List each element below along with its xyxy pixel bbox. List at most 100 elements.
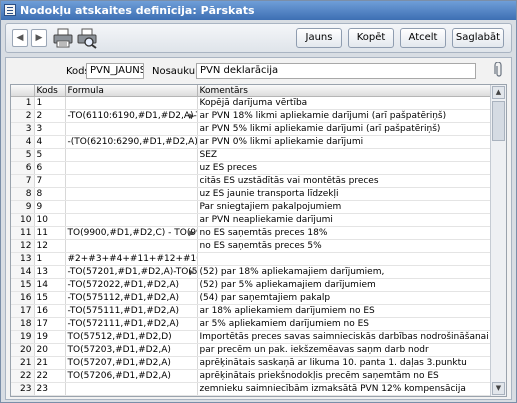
comment-cell[interactable]: uz ES preces <box>197 161 491 175</box>
formula-cell[interactable]: -TO(572111,#D1,#D2,A) <box>65 317 198 331</box>
formula-cell[interactable]: TO(57512,#D1,#D2,D) <box>65 330 198 344</box>
name-field[interactable]: PVN deklarācija <box>196 63 476 79</box>
comment-cell[interactable]: ar PVN neapliekamie darījumi <box>197 213 491 227</box>
formula-cell[interactable] <box>65 161 198 175</box>
code-cell[interactable]: 13 <box>34 265 66 279</box>
comment-cell[interactable]: Kopējā darījuma vērtība <box>197 96 491 110</box>
copy-button[interactable]: Kopēt <box>348 28 394 48</box>
code-cell[interactable]: 9 <box>34 200 66 214</box>
table-row[interactable]: 21 21 TO(57207,#D1,#D2,A) aprēķinātais sask… <box>11 356 491 370</box>
comment-cell[interactable]: ar 18% apliekamiem darījumiem no ES <box>197 304 491 318</box>
comment-cell[interactable]: citās ES uzstādītās vai montētās preces <box>197 174 491 188</box>
formula-cell[interactable] <box>65 200 198 214</box>
formula-cell[interactable]: TO(57207,#D1,#D2,A) <box>65 356 198 370</box>
table-row[interactable]: 1413▶-TO(57201,#D1,#D2,A)-TO(57515(52) p… <box>11 265 491 279</box>
formula-cell[interactable] <box>65 239 198 253</box>
code-cell[interactable]: 7 <box>34 174 66 188</box>
comment-cell[interactable]: zemnieku saimniecībām izmaksātā PVN 12% … <box>197 382 491 396</box>
print-icon[interactable] <box>52 27 74 49</box>
formula-cell[interactable] <box>65 213 198 227</box>
table-row[interactable]: 10 10 ar PVN neapliekamie darījumi <box>11 213 491 227</box>
code-cell[interactable]: 23 <box>34 382 66 396</box>
comment-cell[interactable]: Par sniegtajiem pakalpojumiem <box>197 200 491 214</box>
comment-cell[interactable]: (54) par saņemtajiem pakalp <box>197 291 491 305</box>
table-row[interactable]: 23 23 zemnieku saimniecībām izmaksātā PVN … <box>11 382 491 396</box>
formula-cell[interactable]: ▶-TO(6110:6190,#D1,#D2,A)-TO(5 <box>65 109 198 123</box>
formula-cell[interactable]: ▶TO(9900,#D1,#D2,C) - TO(9901,# <box>65 226 198 240</box>
comment-cell[interactable]: ar PVN 0% likmi apliekamie darījumi <box>197 135 491 149</box>
table-row[interactable]: 7 7 citās ES uzstādītās vai montētās prece… <box>11 174 491 188</box>
scroll-up-arrow-icon[interactable]: ▲ <box>492 86 505 99</box>
formula-cell[interactable] <box>65 96 198 110</box>
comment-cell[interactable]: no ES saņemtās preces 5% <box>197 239 491 253</box>
code-cell[interactable]: 21 <box>34 356 66 370</box>
comment-cell[interactable]: aprēķinātais priekšnodokļis precēm saņem… <box>197 369 491 383</box>
comment-cell[interactable]: uz ES jaunie transporta līdzekļi <box>197 187 491 201</box>
table-row[interactable]: 12 12 no ES saņemtās preces 5% <box>11 239 491 253</box>
code-cell[interactable]: 15 <box>34 291 66 305</box>
code-cell[interactable]: 10 <box>34 213 66 227</box>
code-cell[interactable]: 8 <box>34 187 66 201</box>
new-button[interactable]: Jauns <box>296 28 342 48</box>
table-row[interactable]: 8 8 uz ES jaunie transporta līdzekļi <box>11 187 491 201</box>
code-cell[interactable]: 12 <box>34 239 66 253</box>
code-cell[interactable]: 11 <box>34 226 66 240</box>
formula-cell[interactable]: -(TO(6210:6290,#D1,#D2,A)) <box>65 135 198 149</box>
code-cell[interactable]: 17 <box>34 317 66 331</box>
table-row[interactable]: 13 1 #2+#3+#4+#11+#12+#10 <box>11 252 491 266</box>
table-row[interactable]: 3 3 ar PVN 5% likmi apliekamie darījumi (a… <box>11 122 491 136</box>
paperclip-icon[interactable] <box>493 61 505 78</box>
table-row[interactable]: 22 22 TO(57206,#D1,#D2,A) aprēķinātais prie… <box>11 369 491 383</box>
formula-cell[interactable]: TO(57206,#D1,#D2,A) <box>65 369 198 383</box>
formula-cell[interactable] <box>65 148 198 162</box>
table-row[interactable]: 18 17 -TO(572111,#D1,#D2,A) ar 5% apliekami… <box>11 317 491 331</box>
scroll-down-arrow-icon[interactable]: ▼ <box>492 382 505 395</box>
code-cell[interactable]: 14 <box>34 278 66 292</box>
table-row[interactable]: 6 6 uz ES preces <box>11 161 491 175</box>
code-field[interactable]: PVN_JAUNS <box>86 63 144 79</box>
table-row[interactable]: 20 20 TO(57203,#D1,#D2,A) par precēm un pak… <box>11 343 491 357</box>
formula-cell[interactable]: -TO(575112,#D1,#D2,A) <box>65 291 198 305</box>
comment-cell[interactable]: ar PVN 18% likmi apliekamie darījumi (ar… <box>197 109 491 123</box>
table-row[interactable]: 17 16 -TO(575111,#D1,#D2,A) ar 18% apliekam… <box>11 304 491 318</box>
table-row[interactable]: 19 19 TO(57512,#D1,#D2,D) Importētās preces… <box>11 330 491 344</box>
save-button[interactable]: Saglabāt <box>452 28 504 48</box>
formula-cell[interactable] <box>65 187 198 201</box>
comment-cell[interactable]: Importētās preces savas saimnieciskās da… <box>197 330 491 344</box>
code-cell[interactable]: 22 <box>34 369 66 383</box>
comment-cell[interactable]: par precēm un pak. iekšzemēavas saņm dar… <box>197 343 491 357</box>
code-cell[interactable]: 1 <box>34 96 66 110</box>
code-cell[interactable]: 2 <box>34 109 66 123</box>
print-preview-icon[interactable] <box>76 27 98 49</box>
formula-cell[interactable]: TO(57203,#D1,#D2,A) <box>65 343 198 357</box>
formula-cell[interactable]: #2+#3+#4+#11+#12+#10 <box>65 252 198 266</box>
code-cell[interactable]: 6 <box>34 161 66 175</box>
comment-cell[interactable]: ar 5% apliekamiem darījumiem no ES <box>197 317 491 331</box>
previous-record-button[interactable]: ◀ <box>12 29 28 47</box>
formula-cell[interactable] <box>65 174 198 188</box>
code-cell[interactable]: 16 <box>34 304 66 318</box>
comment-cell[interactable] <box>197 252 491 266</box>
formula-cell[interactable] <box>65 382 198 396</box>
table-row[interactable]: 22▶-TO(6110:6190,#D1,#D2,A)-TO(5ar PVN 1… <box>11 109 491 123</box>
comment-cell[interactable]: no ES saņemtās preces 18% <box>197 226 491 240</box>
table-row[interactable]: 5 5 SEZ <box>11 148 491 162</box>
comment-cell[interactable]: aprēķinātais saskaņā ar likuma 10. panta… <box>197 356 491 370</box>
next-record-button[interactable]: ▶ <box>31 29 47 47</box>
code-cell[interactable]: 19 <box>34 330 66 344</box>
table-row[interactable]: 15 14 -TO(572022,#D1,#D2,A) (52) par 5% apl… <box>11 278 491 292</box>
table-row[interactable]: 16 15 -TO(575112,#D1,#D2,A) (54) par saņemt… <box>11 291 491 305</box>
table-row[interactable]: 1 1 Kopējā darījuma vērtība <box>11 96 491 110</box>
comment-cell[interactable]: ar PVN 5% likmi apliekamie darījumi (arī… <box>197 122 491 136</box>
cancel-button[interactable]: Atcelt <box>400 28 446 48</box>
comment-cell[interactable]: (52) par 18% apliekamajiem darījumiem, <box>197 265 491 279</box>
comment-cell[interactable]: SEZ <box>197 148 491 162</box>
formula-cell[interactable]: -TO(575111,#D1,#D2,A) <box>65 304 198 318</box>
formula-cell[interactable] <box>65 122 198 136</box>
code-cell[interactable]: 1 <box>34 252 66 266</box>
comment-cell[interactable]: (52) par 5% apliekamajiem darījumiem <box>197 278 491 292</box>
code-cell[interactable]: 4 <box>34 135 66 149</box>
table-row[interactable]: 1111▶TO(9900,#D1,#D2,C) - TO(9901,#no ES… <box>11 226 491 240</box>
formula-cell[interactable]: ▶-TO(57201,#D1,#D2,A)-TO(57515 <box>65 265 198 279</box>
table-row[interactable]: 9 9 Par sniegtajiem pakalpojumiem <box>11 200 491 214</box>
